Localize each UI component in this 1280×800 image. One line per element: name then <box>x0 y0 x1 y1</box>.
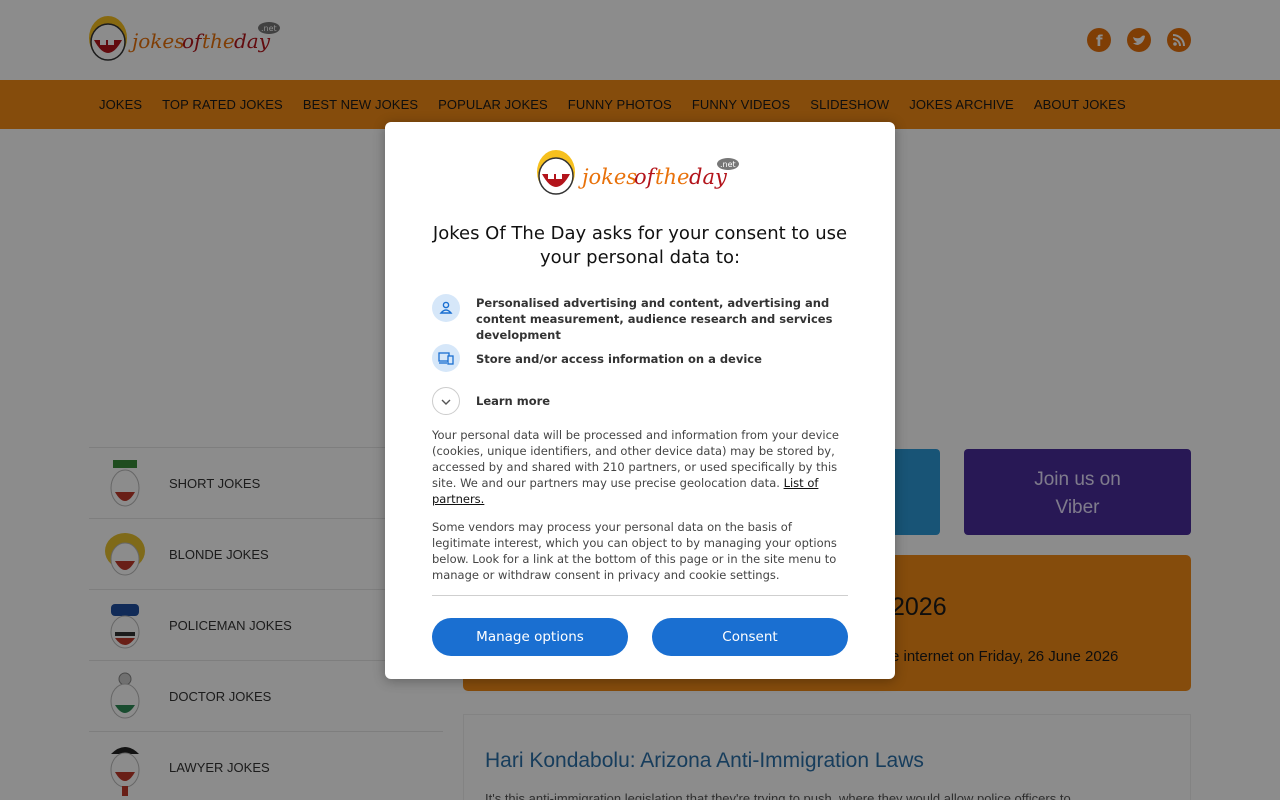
manage-options-button[interactable]: Manage options <box>432 618 628 656</box>
person-icon <box>432 294 460 322</box>
purpose-advertising-text: Personalised advertising and content, ad… <box>476 296 833 342</box>
consent-button[interactable]: Consent <box>652 618 848 656</box>
purpose-device-text: Store and/or access information on a dev… <box>476 352 762 366</box>
svg-text:the: the <box>655 165 689 189</box>
consent-title: Jokes Of The Day asks for your consent t… <box>432 223 848 268</box>
purpose-advertising: Personalised advertising and content, ad… <box>432 294 852 342</box>
dialog-divider <box>432 595 848 596</box>
consent-dialog: jokes of the day .net Jokes Of The Day a… <box>385 122 895 679</box>
svg-text:jokes: jokes <box>578 165 637 189</box>
dialog-logo: jokes of the day .net <box>537 150 739 195</box>
consent-paragraph-1: Your personal data will be processed and… <box>432 427 850 507</box>
chevron-down-icon[interactable] <box>432 387 460 415</box>
consent-paragraph-1-text: Your personal data will be processed and… <box>432 428 840 490</box>
svg-text:.net: .net <box>720 160 736 169</box>
learn-more-label[interactable]: Learn more <box>476 393 550 409</box>
devices-icon <box>432 344 460 372</box>
purpose-device-storage: Store and/or access information on a dev… <box>432 344 852 374</box>
learn-more-toggle[interactable]: Learn more <box>432 387 852 417</box>
consent-paragraph-2: Some vendors may process your personal d… <box>432 520 837 582</box>
